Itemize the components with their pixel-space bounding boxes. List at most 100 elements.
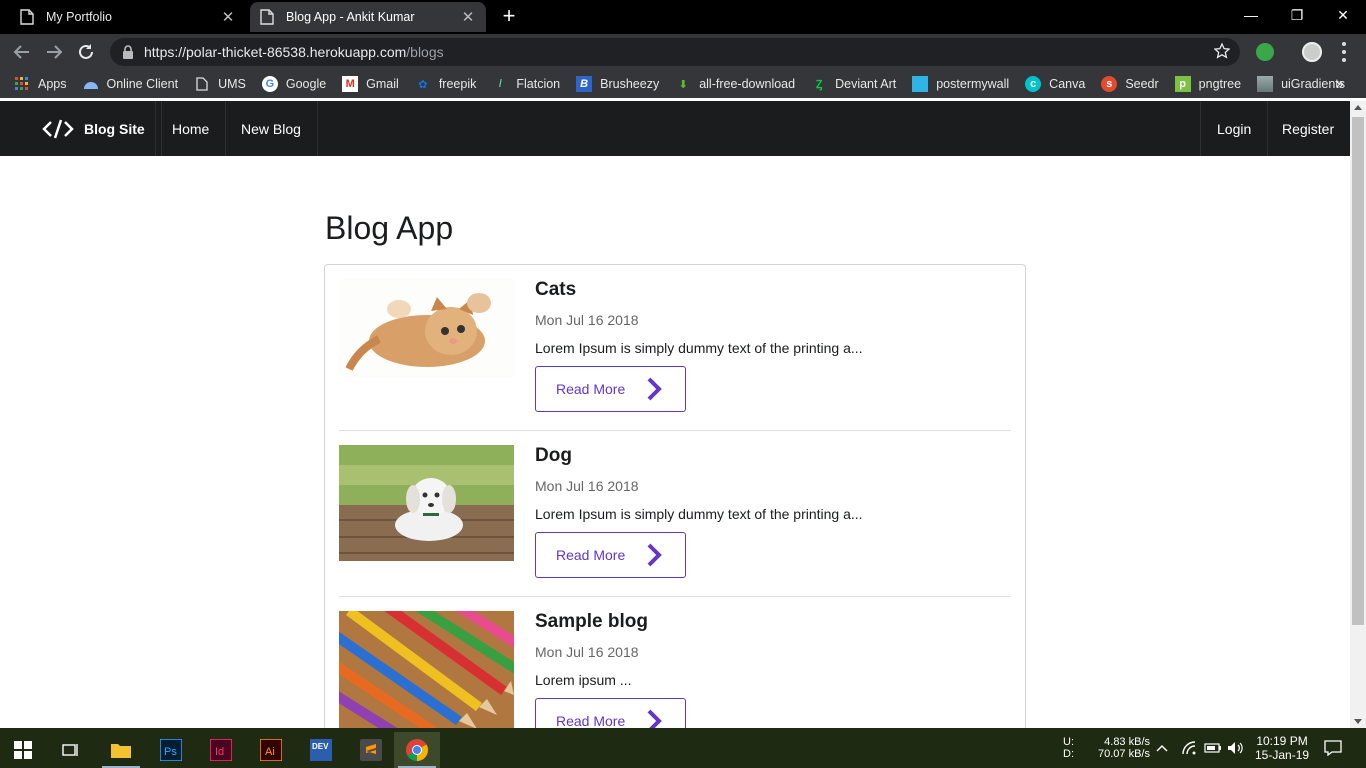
nav-new-blog[interactable]: New Blog <box>225 101 318 156</box>
brand-link[interactable]: Blog Site <box>26 101 162 156</box>
restore-window-button[interactable]: ❐ <box>1274 0 1320 30</box>
wifi-icon <box>1182 741 1196 755</box>
close-tab-icon[interactable]: ✕ <box>460 9 476 26</box>
bookmark-label: Flatcion <box>516 77 561 91</box>
clock[interactable]: 10:19 PM 15-Jan-19 <box>1255 728 1309 768</box>
scrollbar-thumb[interactable] <box>1352 117 1364 625</box>
bookmark-online-client[interactable]: Online Client <box>83 76 178 92</box>
forward-button[interactable] <box>42 40 66 64</box>
page-icon <box>20 9 34 25</box>
nav-register[interactable]: Register <box>1266 101 1350 156</box>
browser-toolbar: https://polar-thicket-86538.herokuapp.co… <box>0 34 1366 70</box>
minimize-window-button[interactable]: — <box>1228 0 1274 30</box>
indesign-button[interactable]: Id <box>198 732 244 768</box>
illustrator-icon: Ai <box>260 739 282 761</box>
browser-tab-strip: My Portfolio ✕ Blog App - Ankit Kumar ✕ … <box>0 0 1366 34</box>
post-title[interactable]: Dog <box>535 445 572 467</box>
bookmark-label: postermywall <box>936 77 1010 91</box>
bookmark-label: Canva <box>1049 77 1086 91</box>
photoshop-icon: Ps <box>160 739 182 761</box>
bookmark-canva[interactable]: c Canva <box>1025 76 1085 92</box>
page-icon <box>194 76 210 92</box>
back-button[interactable] <box>10 40 34 64</box>
bookmark-apps[interactable]: Apps <box>14 76 67 92</box>
read-more-button[interactable]: Read More <box>535 366 686 412</box>
post-excerpt: Lorem ipsum ... <box>535 672 632 688</box>
read-more-label: Read More <box>556 381 626 397</box>
read-more-label: Read More <box>556 547 626 563</box>
post-title[interactable]: Sample blog <box>535 611 648 633</box>
chrome-button[interactable] <box>394 732 440 768</box>
new-tab-button[interactable]: + <box>498 5 520 28</box>
bookmark-gmail[interactable]: M Gmail <box>342 76 399 92</box>
battery-status[interactable] <box>1204 728 1222 768</box>
post-date: Mon Jul 16 2018 <box>535 644 639 660</box>
read-more-button[interactable]: Read More <box>535 532 686 578</box>
sublime-text-button[interactable] <box>348 732 394 768</box>
volume-control[interactable] <box>1227 728 1243 768</box>
bookmarks-overflow-button[interactable]: » <box>1336 75 1344 91</box>
bookmark-all-free-download[interactable]: ⬇ all-free-download <box>675 76 796 92</box>
reload-button[interactable] <box>74 40 98 64</box>
post-title[interactable]: Cats <box>535 279 576 301</box>
tab-blog-app[interactable]: Blog App - Ankit Kumar ✕ <box>250 2 486 32</box>
download-arrow-icon: ⬇ <box>678 78 688 91</box>
page-scrollbar[interactable] <box>1350 101 1366 728</box>
post-excerpt: Lorem Ipsum is simply dummy text of the … <box>535 340 863 356</box>
scroll-down-icon[interactable] <box>1354 719 1362 724</box>
chevron-right-icon <box>647 377 662 401</box>
url-host: https://polar-thicket-86538.herokuapp.co… <box>144 44 407 60</box>
address-bar[interactable]: https://polar-thicket-86538.herokuapp.co… <box>110 38 1240 66</box>
illustrator-button[interactable]: Ai <box>248 732 294 768</box>
puppy-photo <box>339 445 514 561</box>
bookmark-label: Brusheezy <box>600 77 660 91</box>
file-explorer-button[interactable] <box>98 732 144 768</box>
bookmark-deviant-art[interactable]: Ᶎ Deviant Art <box>811 76 896 92</box>
profile-avatar[interactable] <box>1302 42 1322 62</box>
deviantart-icon: Ᶎ <box>815 78 823 91</box>
page-icon <box>260 9 274 25</box>
close-window-button[interactable]: ✕ <box>1320 0 1366 30</box>
task-view-button[interactable] <box>48 732 94 768</box>
bookmark-ums[interactable]: UMS <box>194 76 246 92</box>
post-date: Mon Jul 16 2018 <box>535 478 639 494</box>
show-hidden-icons-button[interactable] <box>1156 728 1168 768</box>
nav-home[interactable]: Home <box>155 101 227 156</box>
apps-grid-icon <box>14 76 30 92</box>
scroll-up-icon[interactable] <box>1354 105 1362 110</box>
postermywall-icon <box>912 76 929 92</box>
bookmark-label: UMS <box>218 77 246 91</box>
dev-cpp-button[interactable]: DEV <box>298 732 344 768</box>
bookmark-flaticon[interactable]: / Flatcion <box>492 76 560 92</box>
close-tab-icon[interactable]: ✕ <box>220 9 236 26</box>
bookmark-uigradients[interactable]: uiGradients <box>1257 76 1345 92</box>
nav-login[interactable]: Login <box>1200 101 1269 156</box>
start-button[interactable] <box>0 732 46 768</box>
bookmark-google[interactable]: G Google <box>261 76 326 92</box>
folder-icon <box>111 744 131 758</box>
wifi-status[interactable] <box>1182 728 1198 768</box>
extension-icon[interactable] <box>1256 43 1274 61</box>
photoshop-button[interactable]: Ps <box>148 732 194 768</box>
network-speed-labels: U: D: <box>1063 728 1074 768</box>
bookmark-label: Seedr <box>1125 77 1159 91</box>
bookmarks-bar: Apps Online Client UMS G Google M Gmail … <box>0 70 1366 98</box>
post-excerpt: Lorem Ipsum is simply dummy text of the … <box>535 506 863 522</box>
indesign-icon: Id <box>210 739 232 761</box>
bookmark-seedr[interactable]: s Seedr <box>1101 76 1159 92</box>
bookmark-pngtree[interactable]: p pngtree <box>1174 76 1242 92</box>
lock-icon <box>123 45 133 59</box>
svg-text:DEV: DEV <box>312 742 329 751</box>
bookmark-label: Apps <box>38 77 67 91</box>
bookmark-brusheezy[interactable]: B Brusheezy <box>576 76 659 92</box>
bookmark-postermywall[interactable]: postermywall <box>912 76 1009 92</box>
browser-menu-icon[interactable] <box>1340 42 1348 62</box>
uigradients-icon <box>1257 76 1274 92</box>
tab-my-portfolio[interactable]: My Portfolio ✕ <box>10 2 246 32</box>
bookmark-star-icon[interactable] <box>1214 43 1230 59</box>
bookmark-label: pngtree <box>1198 77 1242 91</box>
seedr-icon: s <box>1101 76 1118 92</box>
bookmark-freepik[interactable]: ✿ freepik <box>415 76 476 92</box>
action-center-button[interactable] <box>1324 728 1342 768</box>
svg-text:Ai: Ai <box>265 746 275 758</box>
